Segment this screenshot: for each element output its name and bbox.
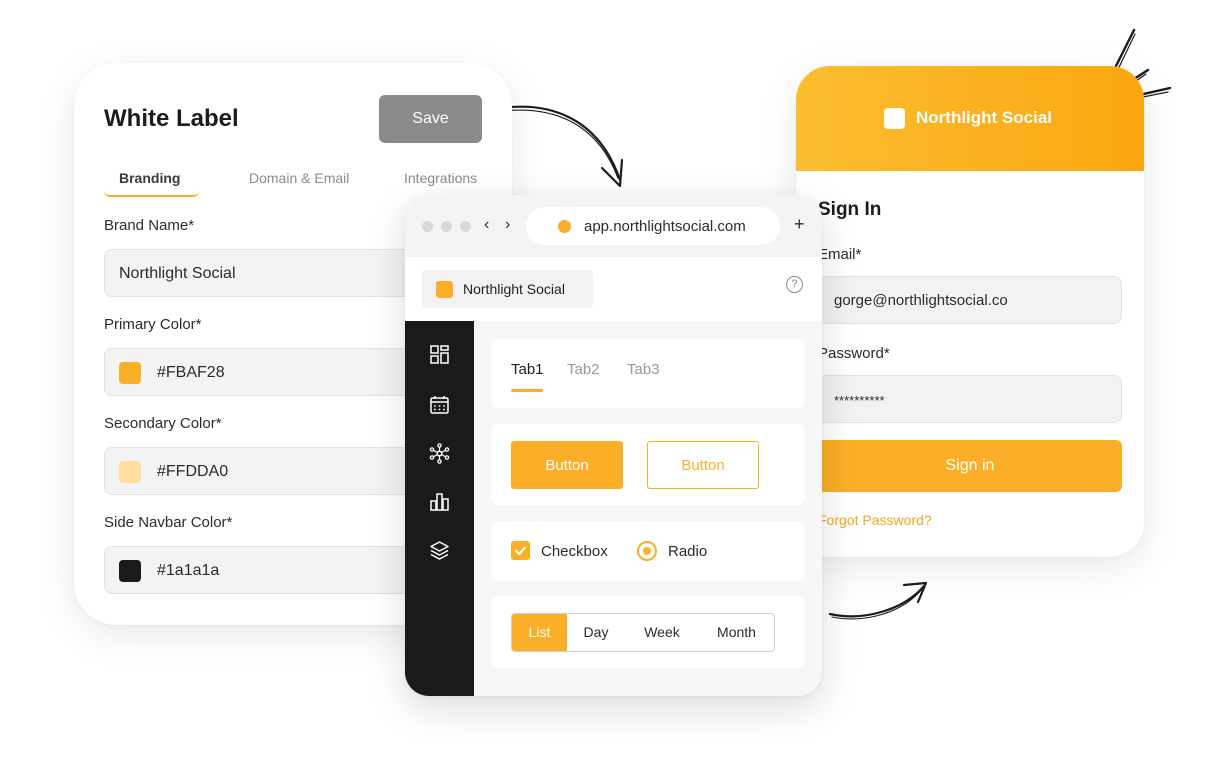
- address-bar-url: app.northlightsocial.com: [584, 218, 746, 235]
- sign-in-button[interactable]: Sign in: [818, 440, 1122, 492]
- arrow-to-signin: [828, 581, 928, 620]
- email-value: gorge@northlightsocial.co: [834, 292, 1008, 309]
- radio-label: Radio: [668, 543, 708, 560]
- secondary-color-value: #FFDDA0: [157, 463, 229, 480]
- save-button[interactable]: Save: [379, 95, 482, 143]
- help-icon[interactable]: ?: [786, 276, 803, 293]
- forward-icon[interactable]: ›: [505, 216, 510, 234]
- view-segmented-control: List Day Week Month: [511, 613, 775, 652]
- outline-button[interactable]: Button: [647, 441, 759, 489]
- address-bar[interactable]: app.northlightsocial.com: [526, 207, 780, 245]
- check-icon: [515, 546, 526, 555]
- brand-logo-icon: [436, 281, 453, 298]
- primary-button[interactable]: Button: [511, 441, 623, 489]
- password-label: Password*: [818, 345, 890, 362]
- window-dot: [460, 221, 471, 232]
- browser-preview-card: ‹ › app.northlightsocial.com + Northligh…: [405, 195, 822, 696]
- tab-integrations[interactable]: Integrations: [404, 170, 477, 186]
- buttons-panel: Button Button: [491, 424, 805, 505]
- dashboard-icon[interactable]: [429, 344, 450, 365]
- selection-controls-panel: Checkbox Radio: [491, 521, 805, 581]
- password-field[interactable]: **********: [818, 375, 1122, 423]
- site-icon: [558, 220, 571, 233]
- tab-2[interactable]: Tab2: [567, 361, 600, 378]
- layers-icon[interactable]: [429, 540, 450, 561]
- app-header: Northlight Social ?: [405, 257, 822, 321]
- new-tab-icon[interactable]: +: [794, 214, 805, 235]
- brand-logo-icon: [884, 108, 905, 129]
- secondary-color-label: Secondary Color*: [104, 415, 222, 432]
- active-tab-indicator: [511, 389, 543, 392]
- radio-button[interactable]: [637, 541, 657, 561]
- segment-month[interactable]: Month: [699, 614, 774, 651]
- segment-list[interactable]: List: [512, 614, 567, 651]
- sign-in-title: Sign In: [818, 199, 882, 220]
- active-tab-indicator: [104, 191, 199, 197]
- tabs-panel: Tab1 Tab2 Tab3: [491, 339, 805, 408]
- arrow-to-browser: [500, 105, 624, 188]
- sign-in-card: Northlight Social Sign In Email* gorge@n…: [796, 66, 1144, 557]
- radio-selected-dot: [643, 547, 651, 555]
- window-dot: [441, 221, 452, 232]
- tab-3[interactable]: Tab3: [627, 361, 660, 378]
- tab-1[interactable]: Tab1: [511, 361, 544, 378]
- browser-toolbar: ‹ › app.northlightsocial.com +: [405, 195, 822, 257]
- network-icon[interactable]: [429, 443, 450, 464]
- page-title: White Label: [104, 105, 239, 132]
- window-dot: [422, 221, 433, 232]
- tab-domain-email[interactable]: Domain & Email: [249, 170, 349, 186]
- brand-chip[interactable]: Northlight Social: [422, 270, 593, 308]
- segment-week[interactable]: Week: [625, 614, 699, 651]
- primary-color-value: #FBAF28: [157, 364, 225, 381]
- brand-name: Northlight Social: [463, 281, 565, 297]
- side-navbar-color-label: Side Navbar Color*: [104, 514, 233, 531]
- segmented-control-panel: List Day Week Month: [491, 596, 805, 668]
- side-navbar: [405, 321, 474, 696]
- checkbox-label: Checkbox: [541, 543, 608, 560]
- checkbox[interactable]: [511, 541, 530, 560]
- tab-branding[interactable]: Branding: [119, 170, 180, 186]
- email-field[interactable]: gorge@northlightsocial.co: [818, 276, 1122, 324]
- side-navbar-color-swatch[interactable]: [119, 560, 141, 582]
- brand-name-value: Northlight Social: [119, 265, 236, 282]
- brand-name-label: Brand Name*: [104, 217, 195, 234]
- sign-in-brand: Northlight Social: [916, 108, 1052, 127]
- forgot-password-link[interactable]: Forgot Password?: [818, 512, 932, 528]
- secondary-color-swatch[interactable]: [119, 461, 141, 483]
- back-icon[interactable]: ‹: [484, 216, 489, 234]
- primary-color-label: Primary Color*: [104, 316, 202, 333]
- segment-day[interactable]: Day: [567, 614, 625, 651]
- side-navbar-color-value: #1a1a1a: [157, 562, 220, 579]
- calendar-icon[interactable]: [429, 394, 450, 415]
- sign-in-header: Northlight Social: [796, 66, 1144, 171]
- analytics-icon[interactable]: [429, 491, 450, 512]
- password-value: **********: [834, 393, 885, 408]
- primary-color-swatch[interactable]: [119, 362, 141, 384]
- email-label: Email*: [818, 246, 862, 263]
